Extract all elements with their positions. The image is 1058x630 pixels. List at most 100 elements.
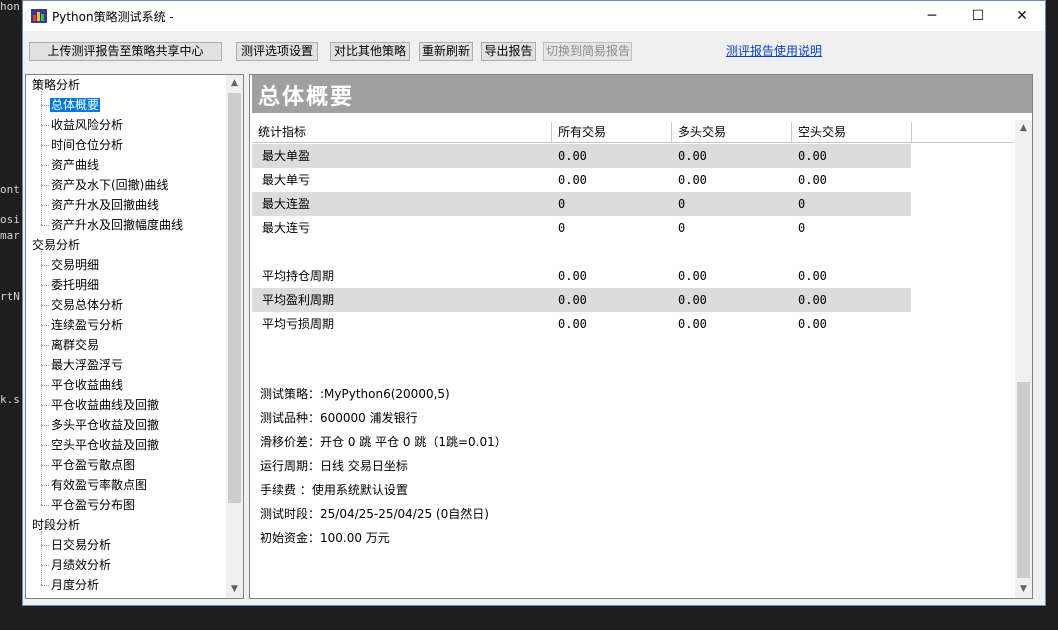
tree-connector [41, 385, 49, 386]
background-bottom [0, 606, 1058, 630]
table-row[interactable]: 最大连盈 0 0 0 [252, 192, 911, 216]
tree-scrollbar[interactable]: ▲ ▼ [226, 75, 243, 598]
tree-item[interactable]: 平仓盈亏分布图 [50, 495, 136, 515]
tree-item[interactable]: 空头平仓收益及回撤 [50, 435, 160, 455]
tree-connector [41, 531, 42, 585]
tree-item-label: 日交易分析 [51, 538, 112, 552]
export-report-button[interactable]: 导出报告 [481, 42, 536, 61]
tree-item[interactable]: 连续盈亏分析 [50, 315, 124, 335]
metric-value-cell: 0.00 [558, 269, 587, 283]
tree-item[interactable]: 总体概要 [50, 95, 101, 115]
close-icon: ✕ [1016, 8, 1028, 24]
tree-item[interactable]: 离群交易 [50, 335, 100, 355]
tree-item-label: 收益风险分析 [51, 118, 124, 132]
tree-connector [41, 465, 49, 466]
metric-value-cell: 0.00 [798, 269, 827, 283]
scroll-down-icon[interactable]: ▼ [226, 581, 243, 598]
metric-value-cell: 0 [798, 197, 806, 211]
title-bar[interactable]: Python策略测试系统 - ─ ☐ ✕ [23, 1, 1045, 31]
tree-connector [41, 545, 49, 546]
column-header[interactable]: 多头交易 [672, 122, 792, 142]
scroll-down-icon[interactable]: ▼ [1015, 581, 1032, 598]
metric-name-cell: 最大连亏 [262, 221, 311, 235]
table-row[interactable]: 平均持仓周期 0.00 0.00 0.00 [252, 264, 911, 288]
column-header[interactable]: 统计指标 [252, 122, 552, 142]
metric-value-cell: 0.00 [798, 149, 827, 163]
metric-value-cell: 0 [678, 197, 686, 211]
tree-item[interactable]: 交易明细 [50, 255, 100, 275]
page-title: 总体概要 [258, 85, 355, 110]
tree-item[interactable]: 收益风险分析 [50, 115, 124, 135]
tree-item-label: 平仓收益曲线 [51, 378, 124, 392]
metric-value-cell: 0.00 [558, 317, 587, 331]
tree-connector [41, 325, 49, 326]
tree-connector [41, 585, 49, 586]
report-scrollbar[interactable]: ▲ ▼ [1015, 120, 1032, 598]
tree-item[interactable]: 最大浮盈浮亏 [50, 355, 124, 375]
metric-value-cell: 0 [558, 221, 566, 235]
scroll-up-icon[interactable]: ▲ [1015, 120, 1032, 137]
metric-value-cell: 0.00 [678, 317, 707, 331]
tree-item[interactable]: 平仓盈亏散点图 [50, 455, 136, 475]
tree-item[interactable]: 月度分析 [50, 575, 100, 595]
table-row[interactable]: 平均亏损周期 0.00 0.00 0.00 [252, 312, 911, 336]
tree-item[interactable]: 资产曲线 [50, 155, 100, 175]
metric-value-cell: 0.00 [678, 173, 707, 187]
table-row[interactable]: 最大单亏 0.00 0.00 0.00 [252, 168, 911, 192]
maximize-button[interactable]: ☐ [955, 1, 1001, 31]
table-row[interactable]: 最大单盈 0.00 0.00 0.00 [252, 144, 911, 168]
column-header[interactable]: 空头交易 [792, 122, 912, 142]
metric-value-cell: 0.00 [798, 173, 827, 187]
table-row[interactable]: 平均盈利周期 0.00 0.00 0.00 [252, 288, 911, 312]
tree-item-label: 连续盈亏分析 [51, 318, 124, 332]
metric-name-cell: 平均持仓周期 [262, 269, 335, 283]
tree-item[interactable]: 时间仓位分析 [50, 135, 124, 155]
switch-simple-report-button[interactable]: 切换到简易报告 [543, 42, 632, 61]
tree-connector [41, 365, 49, 366]
scrollbar-thumb[interactable] [1017, 382, 1030, 578]
tree-item[interactable]: 日交易分析 [50, 535, 112, 555]
table-row[interactable] [252, 240, 911, 264]
app-icon [31, 9, 47, 23]
upload-report-button[interactable]: 上传测评报告至策略共享中心 [29, 42, 222, 61]
tree-item[interactable]: 月绩效分析 [50, 555, 112, 575]
tree-group[interactable]: 时段分析 [32, 515, 80, 535]
report-help-link[interactable]: 测评报告使用说明 [726, 42, 822, 59]
tree-item-label: 委托明细 [51, 278, 100, 292]
tree-item[interactable]: 平仓收益曲线及回撤 [50, 395, 160, 415]
tree-item[interactable]: 资产升水及回撤曲线 [50, 195, 160, 215]
editor-fragment: hon [0, 0, 20, 13]
tree-connector [41, 285, 49, 286]
close-button[interactable]: ✕ [999, 1, 1045, 31]
test-options-button[interactable]: 测评选项设置 [236, 42, 318, 61]
tree-item-label: 交易总体分析 [51, 298, 124, 312]
table-row[interactable]: 最大连亏 0 0 0 [252, 216, 911, 240]
window-title: Python策略测试系统 - [52, 10, 174, 24]
tree-connector [41, 485, 49, 486]
tree-item[interactable]: 有效盈亏率散点图 [50, 475, 148, 495]
metric-value-cell: 0.00 [798, 293, 827, 307]
tree-group[interactable]: 交易分析 [32, 235, 80, 255]
tree-item[interactable]: 平仓收益曲线 [50, 375, 124, 395]
tree-item[interactable]: 交易总体分析 [50, 295, 124, 315]
scroll-up-icon[interactable]: ▲ [226, 75, 243, 92]
minimize-button[interactable]: ─ [909, 1, 955, 31]
tree-group[interactable]: 策略分析 [32, 75, 80, 95]
scrollbar-thumb[interactable] [228, 93, 241, 503]
table-header: 统计指标 所有交易 多头交易 空头交易 [252, 122, 1014, 143]
metric-value-cell: 0.00 [558, 173, 587, 187]
tree-item-label: 月度分析 [51, 578, 100, 592]
tree-item[interactable]: 委托明细 [50, 275, 100, 295]
tree-item[interactable]: 资产升水及回撤幅度曲线 [50, 215, 184, 235]
tree-connector [41, 205, 49, 206]
refresh-button[interactable]: 重新刷新 [419, 42, 473, 61]
column-header[interactable]: 所有交易 [552, 122, 672, 142]
metric-name-cell: 最大连盈 [262, 197, 311, 211]
background-right [1046, 0, 1058, 630]
compare-strategy-button[interactable]: 对比其他策略 [330, 42, 410, 61]
tree-item[interactable]: 多头平仓收益及回撤 [50, 415, 160, 435]
tree-item-label: 总体概要 [50, 98, 101, 112]
tree-item[interactable]: 资产及水下(回撤)曲线 [50, 175, 169, 195]
tree-item-label: 平仓盈亏分布图 [51, 498, 136, 512]
metric-value-cell: 0.00 [678, 149, 707, 163]
